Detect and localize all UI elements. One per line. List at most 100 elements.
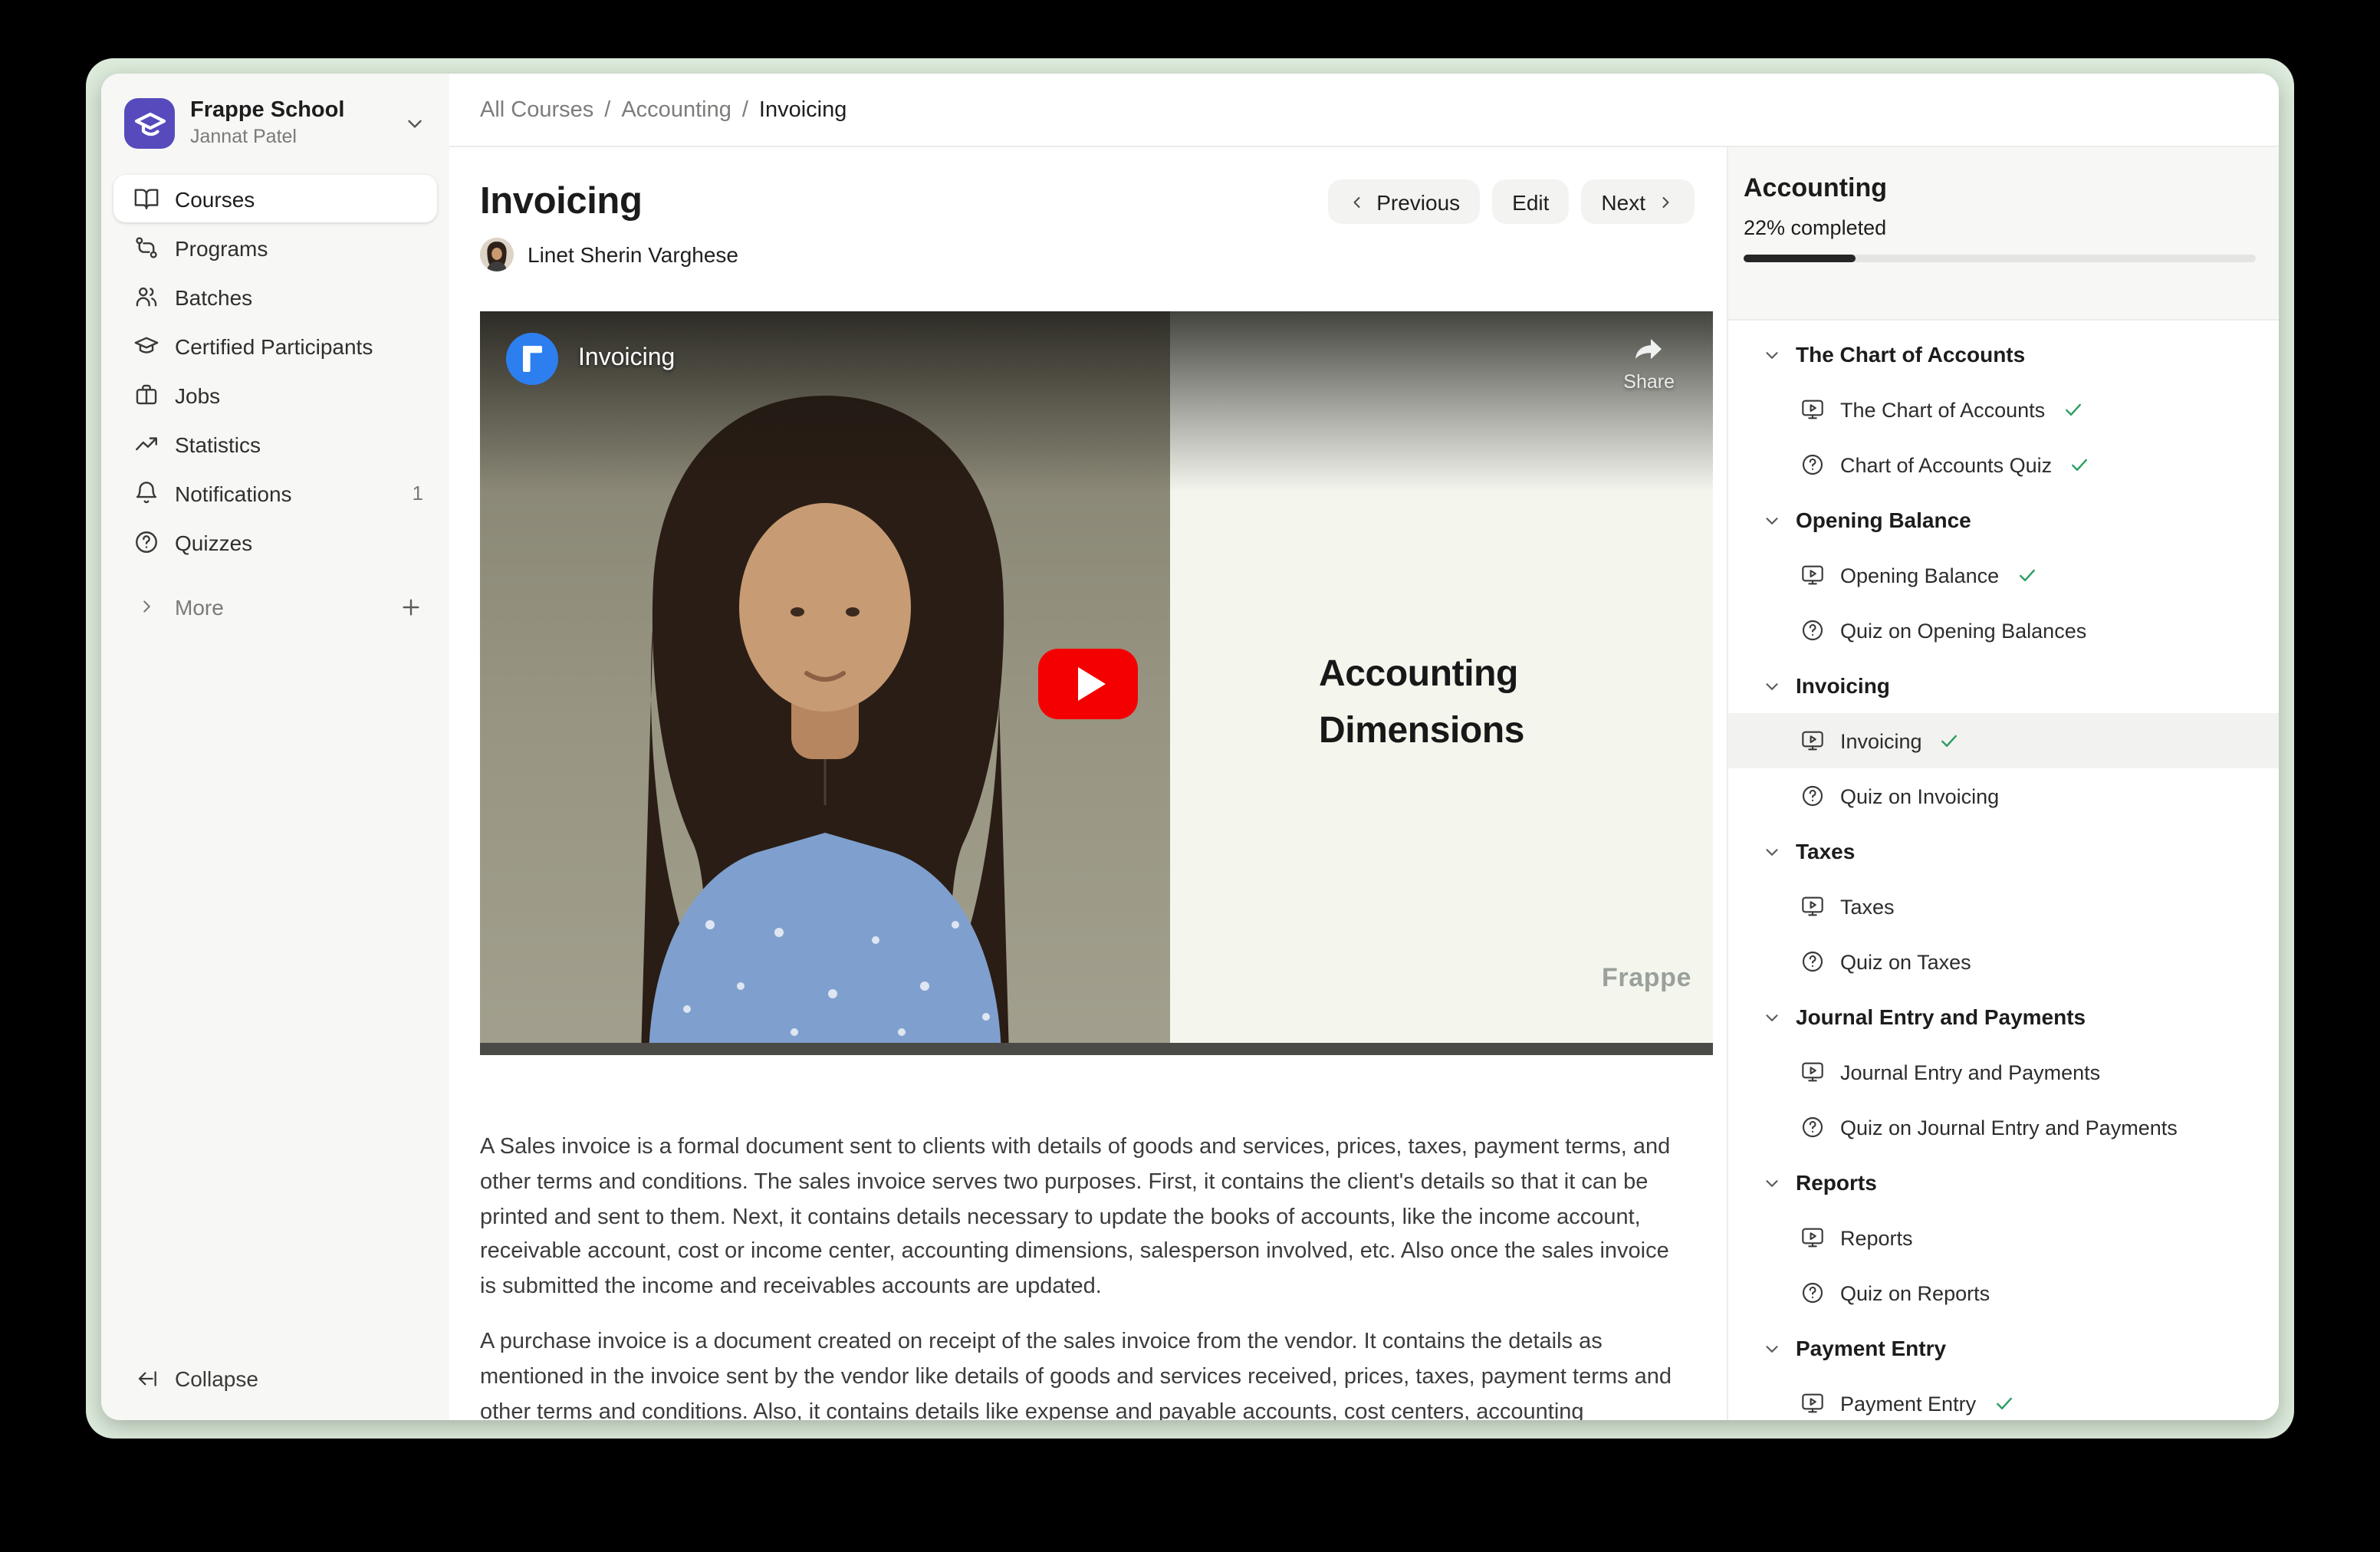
share-icon <box>1631 330 1668 367</box>
chapter-row[interactable]: Payment Entry <box>1728 1320 2279 1376</box>
chapter-row[interactable]: Taxes <box>1728 824 2279 879</box>
programs-icon <box>133 235 159 261</box>
sidebar-item-programs[interactable]: Programs <box>113 224 437 271</box>
workspace-switcher[interactable]: Frappe School Jannat Patel <box>113 98 437 149</box>
video-bottom-bar <box>480 1043 1713 1055</box>
video-player[interactable]: Accounting Dimensions Invoicing <box>480 311 1713 1055</box>
lesson-row[interactable]: Journal Entry and Payments <box>1728 1044 2279 1100</box>
course-title: Accounting <box>1744 173 2254 204</box>
play-button[interactable] <box>1038 649 1138 719</box>
left-sidebar: Frappe School Jannat Patel Courses Progr… <box>101 74 449 1420</box>
progress-bar <box>1744 255 2256 261</box>
sidebar-item-label: Quizzes <box>175 530 252 554</box>
chevron-down-icon <box>1762 841 1782 861</box>
chevron-down-icon <box>1762 344 1782 364</box>
collapse-label: Collapse <box>175 1366 258 1391</box>
chapter-row[interactable]: Opening Balance <box>1728 492 2279 547</box>
frappe-f-icon <box>506 333 558 385</box>
lesson-nav-buttons: Previous Edit Next <box>1327 179 1695 224</box>
quiz-icon <box>1800 949 1825 974</box>
trending-up-icon <box>133 431 159 457</box>
lesson-paragraph: A purchase invoice is a document created… <box>480 1325 1713 1420</box>
lesson-row[interactable]: Quiz on Journal Entry and Payments <box>1728 1100 2279 1155</box>
sidebar-item-label: Notifications <box>175 481 292 505</box>
breadcrumb-separator: / <box>742 97 748 122</box>
app-window: Frappe School Jannat Patel Courses Progr… <box>101 74 2279 1420</box>
breadcrumb-separator: / <box>604 97 610 122</box>
chapter-row[interactable]: Invoicing <box>1728 658 2279 713</box>
channel-avatar[interactable] <box>506 333 558 385</box>
video-lesson-icon <box>1800 894 1825 919</box>
book-open-icon <box>133 186 159 212</box>
quiz-icon <box>1800 784 1825 808</box>
video-lesson-icon <box>1800 1060 1825 1084</box>
screen: Frappe School Jannat Patel Courses Progr… <box>0 0 2380 1552</box>
lesson-row[interactable]: Payment Entry <box>1728 1376 2279 1420</box>
graduation-cap-logo-icon <box>131 105 168 142</box>
sidebar-item-label: Batches <box>175 284 252 309</box>
video-lesson-icon <box>1800 1225 1825 1250</box>
progress-label: 22% completed <box>1744 216 2254 239</box>
chapter-row[interactable]: Journal Entry and Payments <box>1728 989 2279 1044</box>
breadcrumb-all-courses[interactable]: All Courses <box>480 97 593 122</box>
video-overlay-title[interactable]: Invoicing <box>578 345 675 373</box>
chapter-row[interactable]: The Chart of Accounts <box>1728 327 2279 382</box>
lesson-row[interactable]: Quiz on Opening Balances <box>1728 603 2279 658</box>
sidebar-more-label: More <box>175 594 224 619</box>
lesson-row-active[interactable]: Invoicing <box>1728 713 2279 768</box>
briefcase-icon <box>133 382 159 408</box>
breadcrumb-current: Invoicing <box>759 97 846 122</box>
collapse-sidebar-button[interactable]: Collapse <box>113 1356 437 1402</box>
sidebar-item-more[interactable]: More <box>113 583 437 630</box>
edit-button[interactable]: Edit <box>1492 179 1569 224</box>
sidebar-item-batches[interactable]: Batches <box>113 273 437 321</box>
chevron-down-icon[interactable] <box>403 112 426 135</box>
collapse-icon <box>133 1366 159 1392</box>
sidebar-item-statistics[interactable]: Statistics <box>113 420 437 468</box>
author-avatar <box>480 238 514 271</box>
bell-icon <box>133 480 159 506</box>
completed-check-icon <box>2069 454 2090 475</box>
lesson-row[interactable]: Quiz on Invoicing <box>1728 768 2279 824</box>
plus-icon[interactable] <box>399 594 423 619</box>
chevron-right-icon <box>133 594 159 620</box>
outline-list: The Chart of Accounts The Chart of Accou… <box>1728 321 2279 1420</box>
chevron-down-icon <box>1762 1172 1782 1192</box>
lesson-row[interactable]: The Chart of Accounts <box>1728 382 2279 437</box>
play-icon <box>1077 667 1105 701</box>
frappe-watermark: Frappe <box>1602 963 1691 994</box>
sidebar-item-label: Statistics <box>175 432 261 456</box>
quiz-icon <box>1800 452 1825 477</box>
chapter-row[interactable]: Reports <box>1728 1155 2279 1210</box>
sidebar-item-certified-participants[interactable]: Certified Participants <box>113 322 437 370</box>
lesson-row[interactable]: Chart of Accounts Quiz <box>1728 437 2279 492</box>
sidebar-item-label: Certified Participants <box>175 334 373 358</box>
chevron-down-icon <box>1762 1007 1782 1027</box>
sidebar-item-jobs[interactable]: Jobs <box>113 371 437 419</box>
share-label: Share <box>1623 371 1675 393</box>
sidebar-item-courses[interactable]: Courses <box>113 175 437 222</box>
sidebar-menu: Courses Programs Batches Certified Parti… <box>113 175 437 632</box>
sidebar-item-quizzes[interactable]: Quizzes <box>113 518 437 566</box>
share-button[interactable]: Share <box>1623 330 1675 393</box>
video-lesson-icon <box>1800 728 1825 753</box>
notification-count-badge: 1 <box>413 482 423 505</box>
completed-check-icon <box>2062 399 2083 420</box>
lesson-row[interactable]: Quiz on Taxes <box>1728 934 2279 989</box>
lesson-row[interactable]: Opening Balance <box>1728 547 2279 603</box>
workspace-labels: Frappe School Jannat Patel <box>190 98 403 149</box>
completed-check-icon <box>1939 730 1961 751</box>
lesson-row[interactable]: Taxes <box>1728 879 2279 934</box>
quiz-icon <box>1800 618 1825 643</box>
sidebar-item-label: Jobs <box>175 383 220 407</box>
sidebar-item-label: Courses <box>175 186 255 211</box>
lesson-row[interactable]: Reports <box>1728 1210 2279 1265</box>
chevron-left-icon <box>1347 192 1366 211</box>
lesson-row[interactable]: Quiz on Reports <box>1728 1265 2279 1320</box>
progress-fill <box>1744 255 1856 261</box>
breadcrumb-accounting[interactable]: Accounting <box>621 97 731 122</box>
page-title: Invoicing <box>480 179 643 224</box>
next-button[interactable]: Next <box>1581 179 1695 224</box>
previous-button[interactable]: Previous <box>1327 179 1480 224</box>
sidebar-item-notifications[interactable]: Notifications 1 <box>113 469 437 517</box>
